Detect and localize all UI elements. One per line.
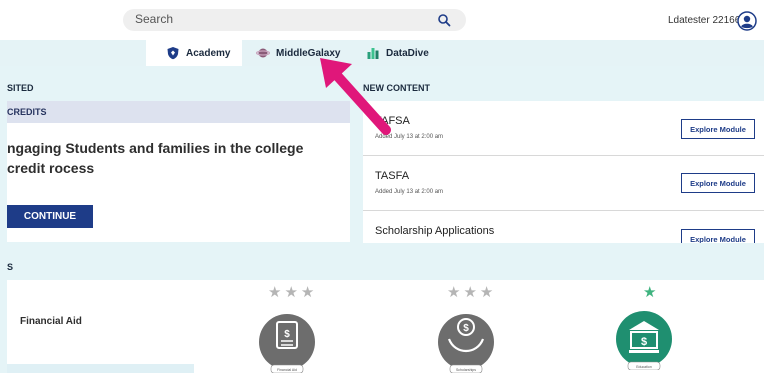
badge-caption: Financial Aid xyxy=(277,368,297,372)
annotation-arrow-icon xyxy=(320,58,391,135)
topic-item-financial-aid[interactable]: Financial Aid xyxy=(20,316,82,327)
lower-section-heading: S xyxy=(7,262,14,272)
visited-card-header xyxy=(7,101,350,123)
module-title: TASFA xyxy=(375,170,410,182)
document-icon[interactable]: $ Financial Aid xyxy=(258,311,316,373)
explore-module-button[interactable]: Explore Module xyxy=(681,119,755,139)
shield-icon xyxy=(167,47,179,60)
tab-academy[interactable]: Academy xyxy=(146,40,242,66)
list-item: TASFA Added July 13 at 2:00 am Explore M… xyxy=(363,156,764,211)
new-content-list: FAFSA Added July 13 at 2:00 am Explore M… xyxy=(363,101,764,243)
list-item: Scholarship Applications Explore Module xyxy=(363,211,764,243)
scholarship-icon[interactable]: $ Scholarships xyxy=(437,311,495,373)
module-date: Added July 13 at 2:00 am xyxy=(375,189,444,195)
badge-caption: Scholarships xyxy=(456,368,476,372)
search-icon[interactable] xyxy=(437,13,451,27)
topic-list-next-item[interactable] xyxy=(7,364,194,373)
planet-icon xyxy=(256,48,270,58)
explore-module-button[interactable]: Explore Module xyxy=(681,229,755,243)
badge-stars: ★★★ xyxy=(268,284,318,301)
badge-caption: Education xyxy=(636,365,652,369)
user-name[interactable]: Ldatester 22166 xyxy=(668,15,740,26)
svg-text:$: $ xyxy=(284,329,290,340)
recently-visited-heading: SITED xyxy=(7,83,34,93)
badge-stars: ★★★ xyxy=(447,284,497,301)
explore-module-button[interactable]: Explore Module xyxy=(681,173,755,193)
svg-text:$: $ xyxy=(641,336,647,348)
tab-academy-label: Academy xyxy=(186,47,231,59)
bank-icon[interactable]: $ Education xyxy=(615,308,673,370)
module-title: Scholarship Applications xyxy=(375,225,495,237)
list-item: FAFSA Added July 13 at 2:00 am Explore M… xyxy=(363,101,764,156)
visited-card-title: ngaging Students and families in the col… xyxy=(7,140,304,176)
search-bar[interactable] xyxy=(123,9,466,31)
svg-text:$: $ xyxy=(463,323,469,334)
badge-stars: ★ xyxy=(643,284,660,301)
top-bar: Ldatester 22166 xyxy=(0,0,764,40)
continue-button[interactable]: CONTINUE xyxy=(7,205,93,228)
search-input[interactable] xyxy=(135,12,415,26)
visited-card-tag: CREDITS xyxy=(7,107,47,117)
avatar-icon[interactable] xyxy=(737,11,757,31)
